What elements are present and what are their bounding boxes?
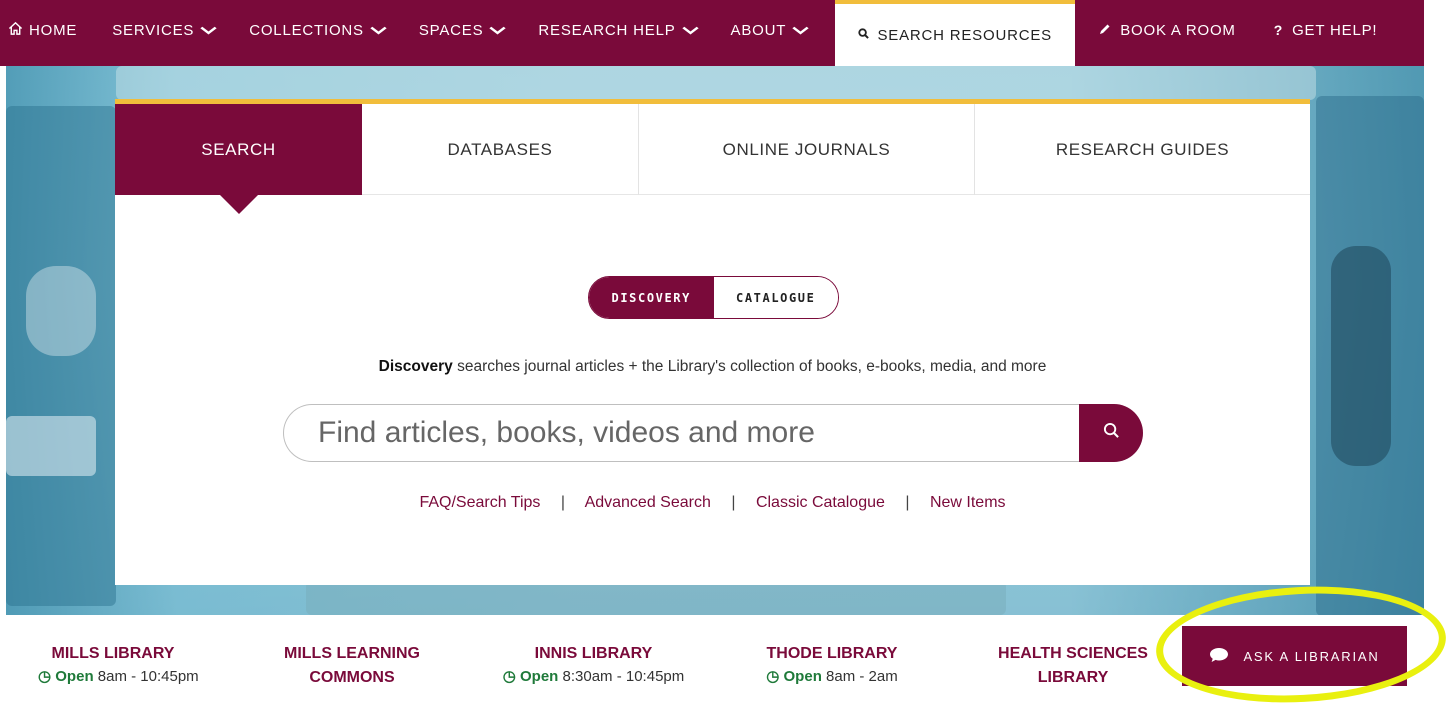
nav-home-label: HOME — [29, 21, 78, 39]
link-faq-search-tips[interactable]: FAQ/Search Tips — [419, 494, 540, 511]
nav-spaces[interactable]: SPACES — [418, 0, 507, 66]
nav-search-resources-label: SEARCH RESOURCES — [877, 26, 1052, 44]
location-name: THODE LIBRARY — [766, 645, 898, 662]
location-hours: 8:30am - 10:45pm — [562, 668, 685, 685]
tab-research-guides[interactable]: RESEARCH GUIDES — [975, 104, 1310, 195]
search-links: FAQ/Search Tips | Advanced Search | Clas… — [115, 494, 1310, 512]
home-icon — [8, 21, 23, 40]
chevron-down-icon — [489, 23, 507, 38]
location-name: INNIS LIBRARY — [534, 645, 653, 662]
tab-online-journals[interactable]: ONLINE JOURNALS — [639, 104, 975, 195]
tab-search[interactable]: SEARCH — [115, 104, 362, 214]
top-navigation: HOME SERVICES COLLECTIONS SPACES RESEARC… — [0, 0, 1424, 66]
location-thode-library[interactable]: THODE LIBRARY ◷ Open 8am - 2am — [757, 645, 907, 685]
nav-get-help-label: GET HELP! — [1292, 21, 1378, 39]
nav-spaces-label: SPACES — [418, 21, 484, 39]
location-hours-row: ◷ Open 8am - 10:45pm — [38, 667, 199, 685]
nav-collections-label: COLLECTIONS — [249, 21, 364, 39]
toggle-discovery[interactable]: DISCOVERY — [589, 277, 714, 318]
location-status: Open — [520, 668, 559, 685]
nav-research-help-label: RESEARCH HELP — [538, 21, 676, 39]
location-status: Open — [55, 668, 94, 685]
nav-collections[interactable]: COLLECTIONS — [249, 0, 387, 66]
photo-figure-right — [1331, 246, 1391, 466]
search-tabs: SEARCH DATABASES ONLINE JOURNALS RESEARC… — [115, 104, 1310, 214]
photo-ceiling — [116, 66, 1316, 100]
search-description: Discovery searches journal articles + th… — [115, 358, 1310, 376]
photo-shade-left — [6, 106, 116, 606]
location-hours: 8am - 2am — [826, 668, 898, 685]
link-separator: | — [905, 494, 910, 511]
location-hours: 8am - 10:45pm — [97, 668, 199, 685]
clock-icon: ◷ — [766, 668, 780, 685]
search-button[interactable] — [1079, 404, 1143, 462]
question-icon: ? — [1273, 22, 1284, 38]
search-panel: SEARCH DATABASES ONLINE JOURNALS RESEARC… — [115, 99, 1310, 585]
clock-icon: ◷ — [502, 668, 516, 685]
location-mills-library[interactable]: MILLS LIBRARY ◷ Open 8am - 10:45pm — [38, 645, 199, 685]
chevron-down-icon — [681, 23, 699, 38]
link-separator: | — [731, 494, 736, 511]
photo-figure-left — [26, 266, 96, 356]
nav-services[interactable]: SERVICES — [112, 0, 217, 66]
search-icon — [1103, 422, 1120, 444]
link-classic-catalogue[interactable]: Classic Catalogue — [756, 494, 885, 511]
nav-home[interactable]: HOME — [8, 0, 77, 66]
location-hours-row: ◷ Open 8am - 2am — [757, 667, 907, 685]
search-mode-toggle: DISCOVERY CATALOGUE — [588, 276, 839, 319]
nav-about-label: ABOUT — [730, 21, 787, 39]
location-name: MILLS LEARNING — [284, 645, 420, 662]
nav-services-label: SERVICES — [112, 21, 195, 39]
pencil-icon — [1099, 23, 1111, 38]
nav-research-help[interactable]: RESEARCH HELP — [538, 0, 699, 66]
toggle-catalogue[interactable]: CATALOGUE — [713, 277, 838, 318]
tab-online-journals-label: ONLINE JOURNALS — [722, 139, 891, 159]
nav-get-help[interactable]: ? GET HELP! — [1274, 0, 1378, 66]
tab-research-guides-label: RESEARCH GUIDES — [1055, 139, 1230, 159]
location-mills-learning-commons[interactable]: MILLS LEARNING COMMONS — [276, 645, 428, 687]
chevron-down-icon — [200, 23, 217, 38]
nav-book-a-room-label: BOOK A ROOM — [1120, 21, 1236, 39]
location-hours-row: ◷ Open 8:30am - 10:45pm — [491, 667, 696, 685]
description-text: searches journal articles + the Library'… — [452, 358, 1047, 375]
chevron-down-icon — [792, 23, 809, 38]
tab-search-label: SEARCH — [201, 139, 276, 159]
nav-search-resources[interactable]: SEARCH RESOURCES — [835, 0, 1076, 66]
location-health-sciences-library[interactable]: HEALTH SCIENCES LIBRARY — [993, 645, 1153, 687]
clock-icon: ◷ — [38, 668, 52, 685]
tab-databases-label: DATABASES — [447, 139, 553, 159]
location-status: Open — [783, 668, 822, 685]
search-input[interactable] — [283, 404, 1079, 462]
chevron-down-icon — [370, 23, 387, 38]
photo-desk-left — [6, 416, 96, 476]
link-advanced-search[interactable]: Advanced Search — [585, 494, 711, 511]
nav-book-a-room[interactable]: BOOK A ROOM — [1099, 0, 1236, 66]
link-separator: | — [560, 494, 565, 511]
search-icon — [858, 28, 870, 42]
photo-floor — [306, 581, 1006, 615]
search-bar — [283, 404, 1143, 462]
nav-about[interactable]: ABOUT — [730, 0, 809, 66]
location-name: HEALTH SCIENCES — [998, 645, 1148, 662]
tab-databases[interactable]: DATABASES — [362, 104, 639, 195]
location-name: MILLS LIBRARY — [51, 645, 175, 662]
location-innis-library[interactable]: INNIS LIBRARY ◷ Open 8:30am - 10:45pm — [491, 645, 696, 685]
description-bold: Discovery — [378, 358, 453, 375]
link-new-items[interactable]: New Items — [930, 494, 1006, 511]
